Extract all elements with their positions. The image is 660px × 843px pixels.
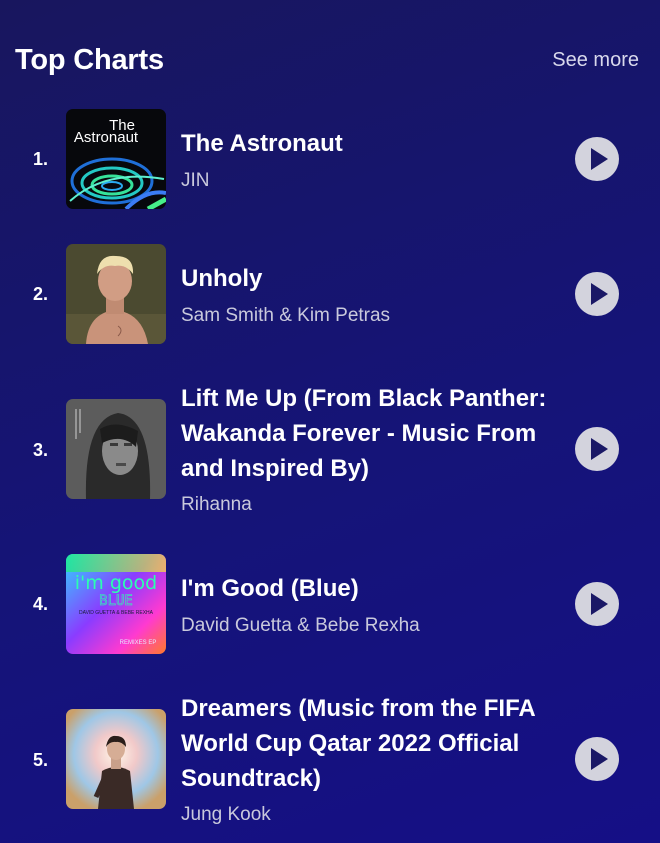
rank-number: 2. [33, 284, 49, 304]
album-cover-the-astronaut[interactable]: The Astronaut [66, 109, 166, 209]
album-cover-im-good-blue[interactable]: i'm good BLUE DAVID GUETTA & BEBE REXHA … [66, 554, 166, 654]
play-button[interactable] [575, 582, 619, 626]
chart-item-1[interactable]: 1. The Astronaut The Astronaut JIN [0, 109, 660, 209]
cover-text: DAVID GUETTA & BEBE REXHA [79, 610, 154, 616]
cover-text: BLUE [99, 593, 133, 609]
artist-name[interactable]: Jung Kook [181, 804, 271, 826]
artist-name[interactable]: Rihanna [181, 494, 252, 516]
cover-text: Astronaut [74, 129, 139, 146]
play-icon [591, 593, 608, 615]
rank-number: 5. [33, 750, 49, 770]
song-title[interactable]: The Astronaut [181, 126, 581, 161]
chart-item-4[interactable]: 4. i'm good BLUE DAVID GUETTA & BEBE REX… [0, 554, 660, 654]
album-cover-lift-me-up[interactable] [66, 399, 166, 499]
rank-number: 3. [33, 440, 49, 460]
chart-item-5[interactable]: 5. Dreamers (Music from the FIFA World C… [0, 691, 660, 831]
artist-name[interactable]: Sam Smith & Kim Petras [181, 305, 390, 327]
chart-item-2[interactable]: 2. Unholy Sam Smith & Kim Petras [0, 244, 660, 344]
play-button[interactable] [575, 427, 619, 471]
song-title[interactable]: Dreamers (Music from the FIFA World Cup … [181, 691, 581, 796]
chart-item-3[interactable]: 3. Lift Me Up (From Black Panther: Wakan… [0, 381, 660, 521]
play-icon [591, 283, 608, 305]
song-title[interactable]: I'm Good (Blue) [181, 571, 581, 606]
rank-number: 1. [33, 149, 49, 169]
cover-text: i'm good [75, 572, 157, 594]
play-button[interactable] [575, 737, 619, 781]
album-cover-unholy[interactable] [66, 244, 166, 344]
top-charts-header: Top Charts See more [15, 44, 639, 80]
play-button[interactable] [575, 272, 619, 316]
album-cover-dreamers[interactable] [66, 709, 166, 809]
play-icon [591, 438, 608, 460]
section-title: Top Charts [15, 44, 164, 76]
play-icon [591, 148, 608, 170]
play-icon [591, 748, 608, 770]
artist-name[interactable]: JIN [181, 170, 210, 192]
see-more-link[interactable]: See more [552, 49, 639, 72]
song-title[interactable]: Lift Me Up (From Black Panther: Wakanda … [181, 381, 581, 486]
song-title[interactable]: Unholy [181, 261, 581, 296]
rank-number: 4. [33, 594, 49, 614]
cover-text: REMIXES EP [120, 640, 157, 646]
artist-name[interactable]: David Guetta & Bebe Rexha [181, 615, 420, 637]
play-button[interactable] [575, 137, 619, 181]
